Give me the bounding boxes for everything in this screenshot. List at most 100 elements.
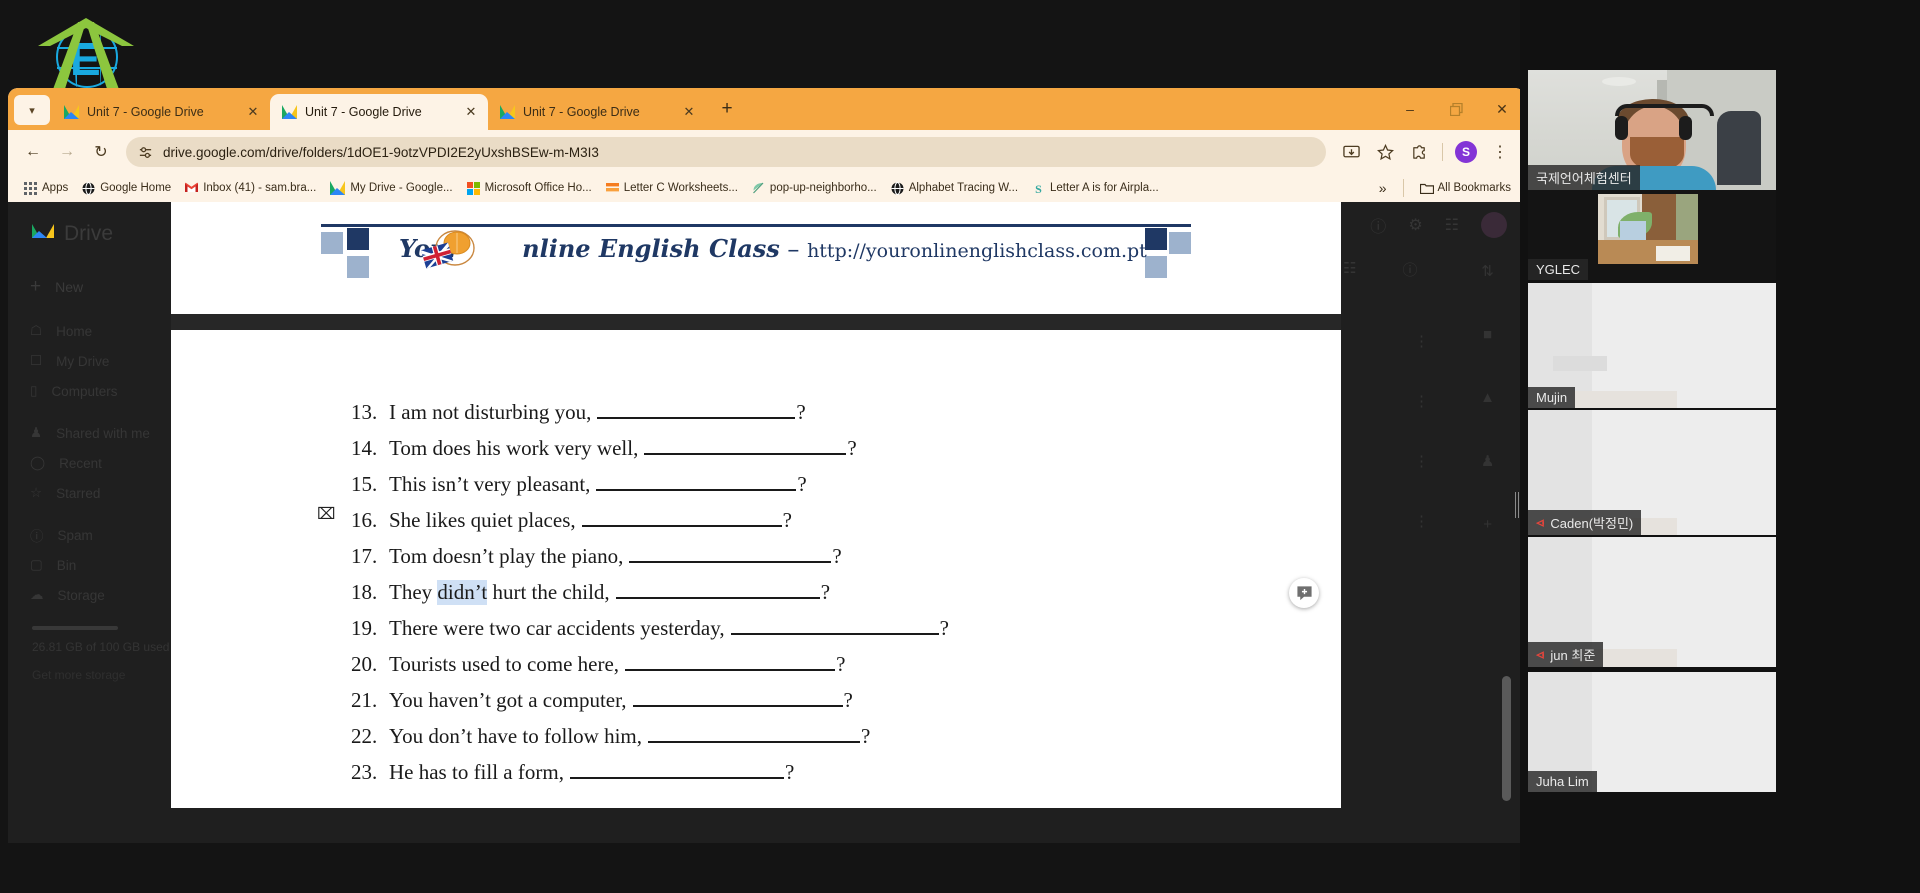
drive-app-name: Drive [64,222,114,245]
all-bookmarks-button[interactable]: All Bookmarks [1414,179,1518,198]
question-number: 15. [351,472,378,496]
answer-blank[interactable] [569,762,784,779]
row-menu-icon[interactable]: ⋮ [1414,392,1429,410]
answer-blank[interactable] [632,690,843,707]
answer-blank[interactable] [730,618,939,635]
tab-close-button[interactable]: ✕ [462,103,480,121]
answer-blank[interactable] [615,582,820,599]
bookmarks-bar-right: » All Bookmarks [1373,179,1517,198]
bookmark-star-icon[interactable] [1370,137,1400,167]
forward-button[interactable]: → [52,137,82,167]
answer-blank[interactable] [596,474,797,491]
answer-blank[interactable] [581,510,782,527]
document-header: Yournline English Class – http://youronl… [171,202,1341,314]
bookmark-google-home[interactable]: Google Home [76,179,177,198]
avatar[interactable] [1481,212,1507,238]
bookmark-pop-up-neighborhood[interactable]: pop-up-neighborho... [746,179,883,198]
install-app-icon[interactable] [1336,137,1366,167]
address-bar[interactable]: drive.google.com/drive/folders/1dOE1-9ot… [126,137,1326,167]
question-text: You haven’t got a computer, [389,688,627,712]
desktop-logo: E [26,2,146,97]
window-controls: – ✕ [1387,88,1525,130]
browser-tab-3[interactable]: Unit 7 - Google Drive ✕ [488,94,706,130]
question-tail: ? [797,472,807,496]
grid-view-icon[interactable]: ☷ [1343,259,1356,280]
bookmark-microsoft-office[interactable]: Microsoft Office Ho... [461,179,598,198]
tab-search-button[interactable]: ▾ [14,95,50,125]
apps-grid-icon[interactable]: ☷ [1445,215,1459,235]
computer-icon: ▯ [30,383,38,398]
cloud-icon: ☁ [30,587,44,602]
browser-tab-2[interactable]: Unit 7 - Google Drive ✕ [270,94,488,130]
participant-tile[interactable]: Mujin [1528,283,1776,408]
bookmarks-divider [1402,179,1404,197]
document-preview: Yournline English Class – http://youronl… [171,202,1341,808]
tune-icon[interactable] [138,145,153,160]
participant-tile[interactable]: 국제언어체험센터 [1528,70,1776,190]
question-text: This isn’t very pleasant, [389,472,591,496]
storage-progress-bar [32,626,118,630]
participant-tile[interactable]: Juha Lim [1528,672,1776,792]
participant-tile[interactable]: ⏿ Caden(박정민) [1528,410,1776,535]
answer-blank[interactable] [625,654,836,671]
document-page-gap [171,314,1341,330]
question-item: 21. You haven’t got a computer, ? [351,688,1341,713]
brand-dash: – [787,235,800,263]
row-menu-icon[interactable]: ⋮ [1414,332,1429,350]
sidebar-item-label: Spam [57,527,93,543]
answer-blank[interactable] [597,402,796,419]
all-bookmarks-label: All Bookmarks [1437,182,1512,194]
answer-blank[interactable] [629,546,832,563]
bookmark-inbox[interactable]: Inbox (41) - sam.bra... [179,179,322,198]
question-tail: ? [784,760,795,784]
bookmark-my-drive[interactable]: My Drive - Google... [324,178,458,198]
tab-close-button[interactable]: ✕ [244,103,262,121]
close-button[interactable]: ✕ [1479,88,1525,130]
bookmark-alphabet-tracing[interactable]: Alphabet Tracing W... [885,179,1024,198]
question-number: 16. [351,508,378,532]
restore-icon [1449,102,1463,116]
add-comment-button[interactable] [1289,578,1319,608]
reload-button[interactable]: ↻ [86,137,116,167]
question-item: 17. Tom doesn’t play the piano, ? [351,544,1341,569]
question-text: There were two car accidents yesterday, [389,616,725,640]
highlighted-text[interactable]: didn’t [437,580,488,605]
gear-icon[interactable]: ⚙ [1408,215,1422,235]
vertical-scrollbar[interactable] [1502,676,1511,801]
question-item: 20. Tourists used to come here, ? [351,652,1341,677]
sidebar-item-label: Recent [59,455,102,471]
bookmarks-overflow-button[interactable]: » [1373,180,1393,196]
help-icon[interactable]: ⓘ [1370,213,1386,237]
bookmark-letter-a-airplane[interactable]: S Letter A is for Airpla... [1026,179,1165,198]
info-icon[interactable]: ⓘ [1402,259,1417,280]
extensions-puzzle-icon[interactable] [1404,137,1434,167]
tab-close-button[interactable]: ✕ [680,103,698,121]
row-menu-icon[interactable]: ⋮ [1414,452,1429,470]
minimize-button[interactable]: – [1387,88,1433,130]
question-item: 18. They didn’t hurt the child, ? [351,580,1341,605]
question-text-before: They [389,580,438,604]
participant-name: jun 최준 [1550,648,1596,663]
participant-tile[interactable]: YGLEC [1528,190,1776,280]
profile-avatar[interactable]: S [1451,137,1481,167]
question-text: Tom doesn’t play the piano, [389,544,624,568]
answer-blank[interactable] [647,726,860,743]
add-icon[interactable]: + [1483,516,1492,533]
restore-button[interactable] [1433,88,1479,130]
browser-tab-1[interactable]: Unit 7 - Google Drive ✕ [52,94,270,130]
new-tab-button[interactable]: + [712,94,742,124]
answer-blank[interactable] [644,438,847,455]
deco-square [347,256,369,278]
drive-icon [64,105,79,119]
bookmark-label: Alphabet Tracing W... [908,182,1019,194]
drive-row-menus: ⋮ ⋮ ⋮ ⋮ [1414,332,1429,530]
participant-name: Juha Lim [1536,774,1589,789]
bookmark-letter-c-worksheets[interactable]: Letter C Worksheets... [600,179,744,198]
question-list: 13. I am not disturbing you, ? 14. Tom d… [171,330,1341,785]
three-dot-menu-icon[interactable]: ⋮ [1485,137,1515,167]
back-button[interactable]: ← [18,137,48,167]
sort-icon[interactable]: ⇅ [1481,262,1494,280]
row-menu-icon[interactable]: ⋮ [1414,512,1429,530]
bookmark-apps[interactable]: Apps [18,179,74,198]
participant-tile-active-speaker[interactable]: ⏿ jun 최준 [1528,537,1776,667]
